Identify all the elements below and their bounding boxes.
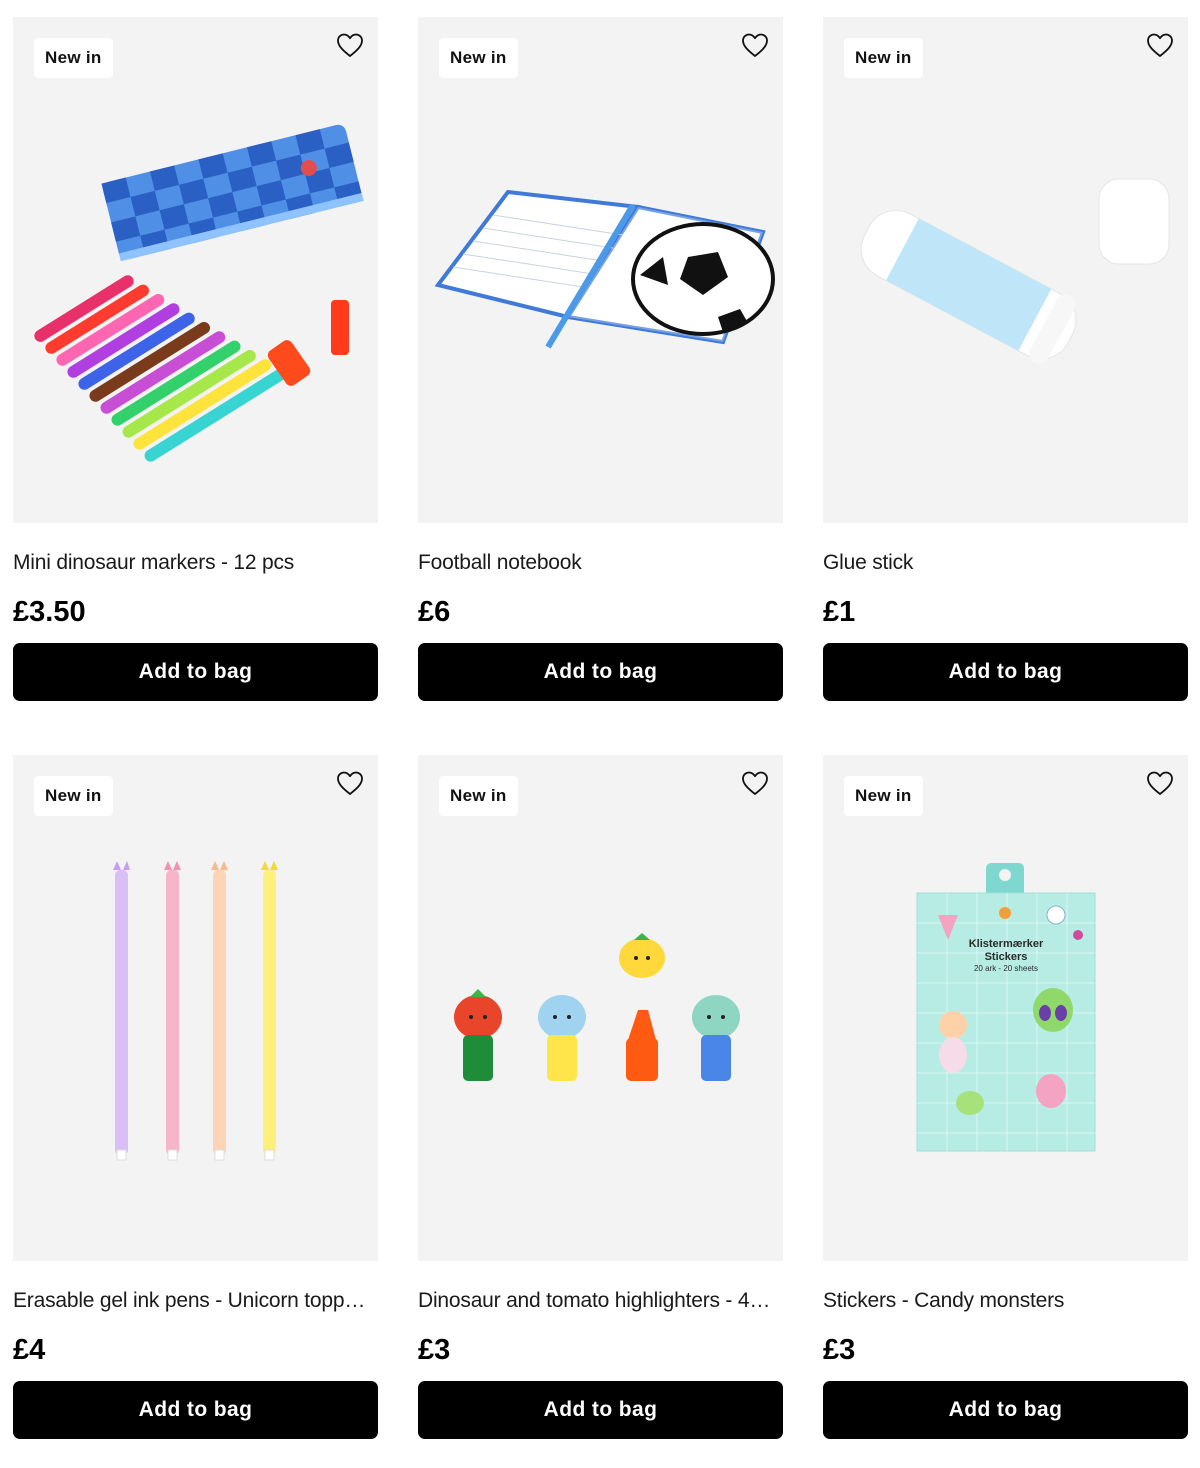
- markers-image: [34, 124, 364, 462]
- add-to-bag-button[interactable]: Add to bag: [13, 643, 378, 701]
- product-grid: New in Mini dinosaur markers - 12 pcs £3…: [13, 17, 1189, 1439]
- product-card: New in Glue stick £1 Add to bag: [823, 17, 1188, 701]
- heart-icon[interactable]: [336, 770, 364, 798]
- new-in-badge: New in: [439, 776, 518, 816]
- product-card: New in Mini dinosaur markers - 12 pcs £3…: [13, 17, 378, 701]
- new-in-badge: New in: [844, 776, 923, 816]
- product-card: New in Football notebook £6 Add to bag: [418, 17, 783, 701]
- product-price: £4: [13, 1334, 46, 1366]
- product-name[interactable]: Erasable gel ink pens - Unicorn topp…: [13, 1289, 378, 1313]
- product-image[interactable]: New in: [418, 755, 783, 1261]
- sticker-pack-image: Klistermærker Stickers 20 ark - 20 sheet…: [916, 863, 1096, 1152]
- product-price: £6: [418, 596, 451, 628]
- pens-image: [113, 861, 278, 1161]
- add-to-bag-button[interactable]: Add to bag: [418, 1381, 783, 1439]
- add-to-bag-button[interactable]: Add to bag: [823, 1381, 1188, 1439]
- sticker-pack-subtitle: Stickers: [985, 951, 1028, 963]
- add-to-bag-button[interactable]: Add to bag: [13, 1381, 378, 1439]
- notebook-image: [434, 189, 775, 349]
- new-in-badge: New in: [439, 38, 518, 78]
- glue-stick-image: [860, 178, 1170, 364]
- add-to-bag-button[interactable]: Add to bag: [418, 643, 783, 701]
- product-name[interactable]: Stickers - Candy monsters: [823, 1289, 1188, 1313]
- product-name[interactable]: Football notebook: [418, 551, 783, 575]
- product-price: £1: [823, 596, 856, 628]
- product-card: New in Dinosaur and tomato highlighters …: [418, 755, 783, 1439]
- product-image[interactable]: New in: [418, 17, 783, 523]
- product-card: Klistermærker Stickers 20 ark - 20 sheet…: [823, 755, 1188, 1439]
- product-image[interactable]: New in: [13, 755, 378, 1261]
- new-in-badge: New in: [844, 38, 923, 78]
- product-card: New in Erasable gel ink pens - Unicorn t…: [13, 755, 378, 1439]
- product-image[interactable]: New in: [823, 17, 1188, 523]
- heart-icon[interactable]: [1146, 32, 1174, 60]
- new-in-badge: New in: [34, 38, 113, 78]
- sticker-pack-title: Klistermærker: [969, 938, 1044, 950]
- heart-icon[interactable]: [741, 770, 769, 798]
- product-name[interactable]: Dinosaur and tomato highlighters - 4…: [418, 1289, 783, 1313]
- product-image[interactable]: Klistermærker Stickers 20 ark - 20 sheet…: [823, 755, 1188, 1261]
- add-to-bag-button[interactable]: Add to bag: [823, 643, 1188, 701]
- heart-icon[interactable]: [741, 32, 769, 60]
- sticker-pack-count: 20 ark - 20 sheets: [974, 964, 1038, 973]
- product-name[interactable]: Mini dinosaur markers - 12 pcs: [13, 551, 378, 575]
- product-price: £3.50: [13, 596, 86, 628]
- heart-icon[interactable]: [336, 32, 364, 60]
- product-name[interactable]: Glue stick: [823, 551, 1188, 575]
- product-image[interactable]: New in: [13, 17, 378, 523]
- product-price: £3: [418, 1334, 451, 1366]
- product-price: £3: [823, 1334, 856, 1366]
- new-in-badge: New in: [34, 776, 113, 816]
- heart-icon[interactable]: [1146, 770, 1174, 798]
- highlighters-image: [454, 933, 740, 1081]
